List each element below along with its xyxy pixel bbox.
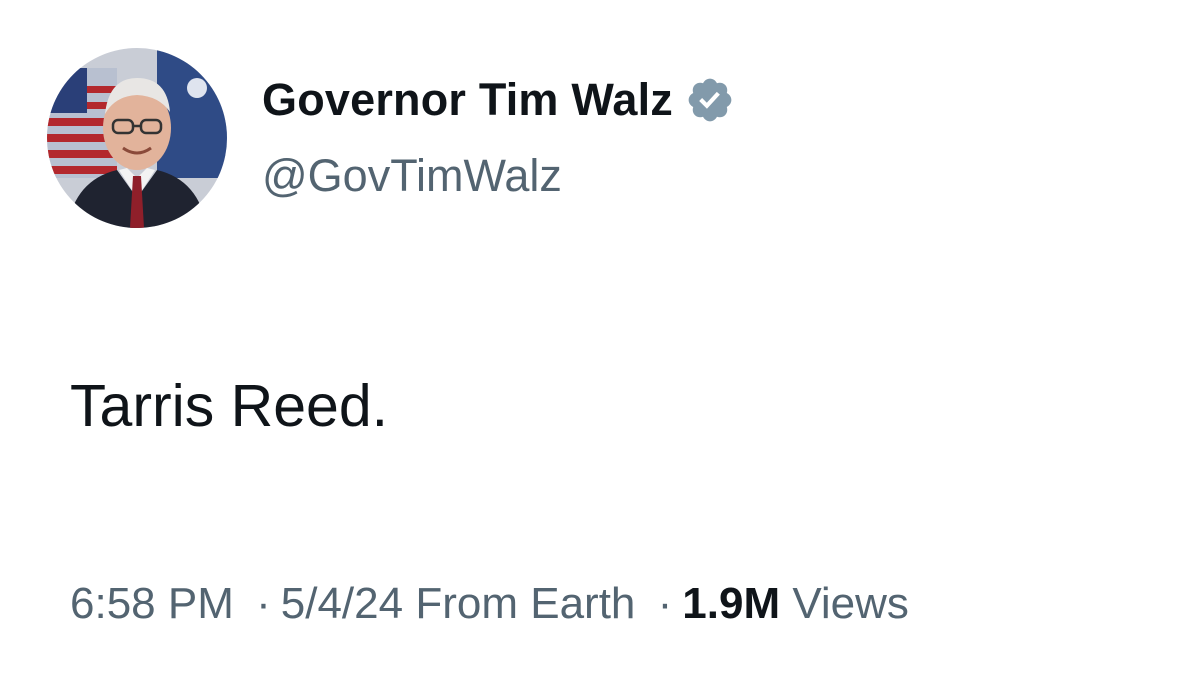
avatar[interactable] [47, 48, 227, 228]
tweet-meta: 6:58 PM · 5/4/24 From Earth · 1.9M Views [70, 579, 909, 629]
display-name[interactable]: Governor Tim Walz [262, 74, 673, 126]
tweet-time[interactable]: 6:58 PM [70, 579, 234, 628]
views-count: 1.9M [682, 579, 781, 628]
tweet-location: From Earth [415, 579, 636, 628]
separator: · [256, 579, 271, 628]
tweet-text: Tarris Reed. [70, 373, 389, 439]
tweet-card: Governor Tim Walz @GovTimWalz Tarris Ree… [0, 0, 1200, 675]
tweet-date[interactable]: 5/4/24 [281, 579, 403, 628]
author-header: Governor Tim Walz [262, 74, 735, 126]
views-label: Views [792, 579, 909, 628]
profile-photo [47, 48, 227, 228]
verified-badge-icon[interactable] [685, 75, 735, 125]
user-handle[interactable]: @GovTimWalz [262, 150, 562, 202]
separator: · [657, 579, 673, 628]
